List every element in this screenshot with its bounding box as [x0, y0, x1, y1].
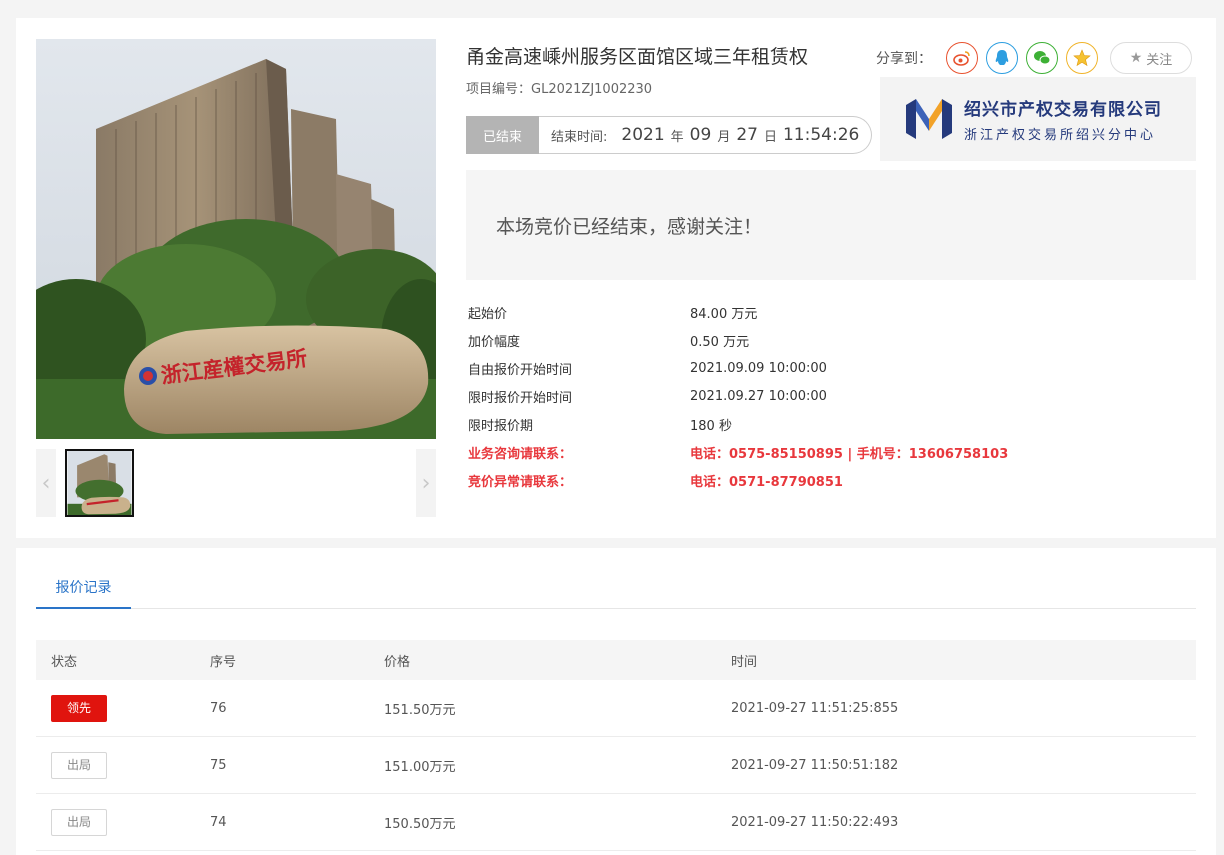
table-row: 出局 75 151.00万元 2021-09-27 11:50:51:182: [36, 737, 1196, 794]
chevron-left-icon: ‹: [41, 470, 51, 496]
org-name: 绍兴市产权交易有限公司: [964, 100, 1162, 120]
qq-icon: [995, 50, 1009, 65]
follow-label: 关注: [1146, 52, 1173, 68]
info-value: 84.00 万元: [690, 306, 758, 322]
info-label: 限时报价期: [468, 418, 534, 434]
cell-time: 2021-09-27 11:50:22:493: [731, 814, 899, 830]
end-time-bar: 已结束 结束时间: 2021 年 09 月 27 日 11:54:26: [466, 116, 872, 154]
cell-status: 领先: [36, 694, 210, 722]
thumbnail-strip: ‹ ›: [36, 449, 436, 517]
share-label: 分享到：: [876, 51, 932, 67]
end-month: 09: [689, 125, 712, 145]
info-value: 2021.09.09 10:00:00: [690, 360, 827, 376]
end-time-label: 结束时间:: [551, 129, 608, 145]
project-title: 甬金高速嵊州服务区面馆区域三年租赁权: [466, 46, 809, 68]
info-value: 电话：0575-85150895 | 手机号：13606758103: [690, 446, 1009, 462]
thumbnail-image: [67, 451, 132, 515]
cell-seq: 75: [210, 757, 227, 773]
notice-text: 本场竞价已经结束，感谢关注！: [496, 215, 763, 238]
weibo-icon: [953, 51, 970, 66]
cell-status: 出局: [36, 751, 210, 779]
info-label: 限时报价开始时间: [468, 390, 573, 406]
info-value: 电话：0571-87790851: [690, 474, 843, 490]
info-row: 限时报价期 180 秒: [468, 410, 1198, 438]
bid-record-card: 报价记录 状态 序号 价格 时间 领先 76 151.50万元 2021-09-27 …: [16, 548, 1216, 855]
end-day: 27: [736, 125, 758, 145]
table-body: 领先 76 151.50万元 2021-09-27 11:51:25:855 出局 75 1…: [36, 680, 1196, 851]
header-time: 时间: [731, 654, 758, 670]
cell-time: 2021-09-27 11:51:25:855: [731, 700, 899, 716]
project-card: 浙江産權交易所 ‹ › 甬金高速嵊州服务区面馆区域三年租赁权 项目编号：GL20…: [16, 18, 1216, 538]
cell-price: 150.50万元: [384, 816, 456, 832]
status-out-badge: 出局: [51, 808, 107, 836]
info-value: 0.50 万元: [690, 334, 750, 350]
status-lead-badge: 领先: [51, 694, 107, 722]
end-year: 2021: [621, 125, 665, 145]
cell-time: 2021-09-27 11:50:51:182: [731, 757, 899, 773]
bid-table: 状态 序号 价格 时间 领先 76 151.50万元 2021-09-27 11:51…: [36, 640, 1196, 851]
tab-bar: 报价记录: [36, 574, 1196, 609]
share-qq-button[interactable]: [986, 42, 1018, 74]
info-row: 加价幅度 0.50 万元: [468, 326, 1198, 354]
end-month-unit: 月: [717, 129, 731, 145]
info-value: 180 秒: [690, 418, 732, 434]
auction-ended-notice: 本场竞价已经结束，感谢关注！: [466, 170, 1196, 280]
cell-price: 151.00万元: [384, 759, 456, 775]
star-icon: ★: [1129, 50, 1143, 66]
share-wechat-button[interactable]: [1026, 42, 1058, 74]
status-badge: 已结束: [466, 116, 539, 154]
auction-info-list: 起始价 84.00 万元加价幅度 0.50 万元自由报价开始时间 2021.09.09…: [468, 298, 1198, 494]
info-row: 自由报价开始时间 2021.09.09 10:00:00: [468, 354, 1198, 382]
header-price: 价格: [384, 654, 411, 670]
tab-bid-records[interactable]: 报价记录: [36, 574, 131, 609]
info-label: 起始价: [468, 306, 508, 322]
org-logo-icon: [906, 99, 952, 139]
cell-status: 出局: [36, 808, 210, 836]
project-number: 项目编号：GL2021ZJ1002230: [466, 78, 652, 97]
table-row: 出局 74 150.50万元 2021-09-27 11:50:22:493: [36, 794, 1196, 851]
building-photo-image: 浙江産權交易所: [36, 39, 436, 439]
share-bar: 分享到： ★ 关注: [876, 42, 1192, 74]
cell-seq: 76: [210, 700, 227, 716]
organization-logo: 绍兴市产权交易有限公司 浙江产权交易所绍兴分中心: [880, 77, 1196, 161]
info-label: 自由报价开始时间: [468, 362, 573, 378]
thumbnail-1[interactable]: [65, 449, 134, 517]
table-header: 状态 序号 价格 时间: [36, 640, 1196, 680]
wechat-icon: [1034, 51, 1051, 65]
project-number-label: 项目编号：: [466, 82, 532, 97]
cell-price: 151.50万元: [384, 702, 456, 718]
info-row: 业务咨询请联系： 电话：0575-85150895 | 手机号：136067581…: [468, 438, 1198, 466]
info-label: 加价幅度: [468, 334, 521, 350]
header-seq: 序号: [210, 654, 237, 670]
end-clock: 11:54:26: [782, 125, 860, 145]
share-qzone-button[interactable]: [1066, 42, 1098, 74]
info-row: 竞价异常请联系： 电话：0571-87790851: [468, 466, 1198, 494]
info-row: 限时报价开始时间 2021.09.27 10:00:00: [468, 382, 1198, 410]
thumb-next-button[interactable]: ›: [416, 449, 436, 517]
end-year-unit: 年: [670, 129, 684, 145]
info-row: 起始价 84.00 万元: [468, 298, 1198, 326]
org-subtitle: 浙江产权交易所绍兴分中心: [964, 128, 1157, 143]
header-status: 状态: [51, 654, 78, 670]
info-value: 2021.09.27 10:00:00: [690, 388, 827, 404]
table-row: 领先 76 151.50万元 2021-09-27 11:51:25:855: [36, 680, 1196, 737]
qzone-icon: [1073, 49, 1091, 67]
status-out-badge: 出局: [51, 751, 107, 779]
thumb-prev-button[interactable]: ‹: [36, 449, 56, 517]
share-weibo-button[interactable]: [946, 42, 978, 74]
info-label: 竞价异常请联系：: [468, 474, 573, 490]
main-photo[interactable]: 浙江産權交易所: [36, 39, 436, 439]
project-number-value: GL2021ZJ1002230: [531, 82, 653, 97]
cell-seq: 74: [210, 814, 227, 830]
chevron-right-icon: ›: [421, 470, 431, 496]
info-label: 业务咨询请联系：: [468, 446, 573, 462]
end-day-unit: 日: [763, 129, 777, 145]
follow-button[interactable]: ★ 关注: [1110, 42, 1192, 74]
